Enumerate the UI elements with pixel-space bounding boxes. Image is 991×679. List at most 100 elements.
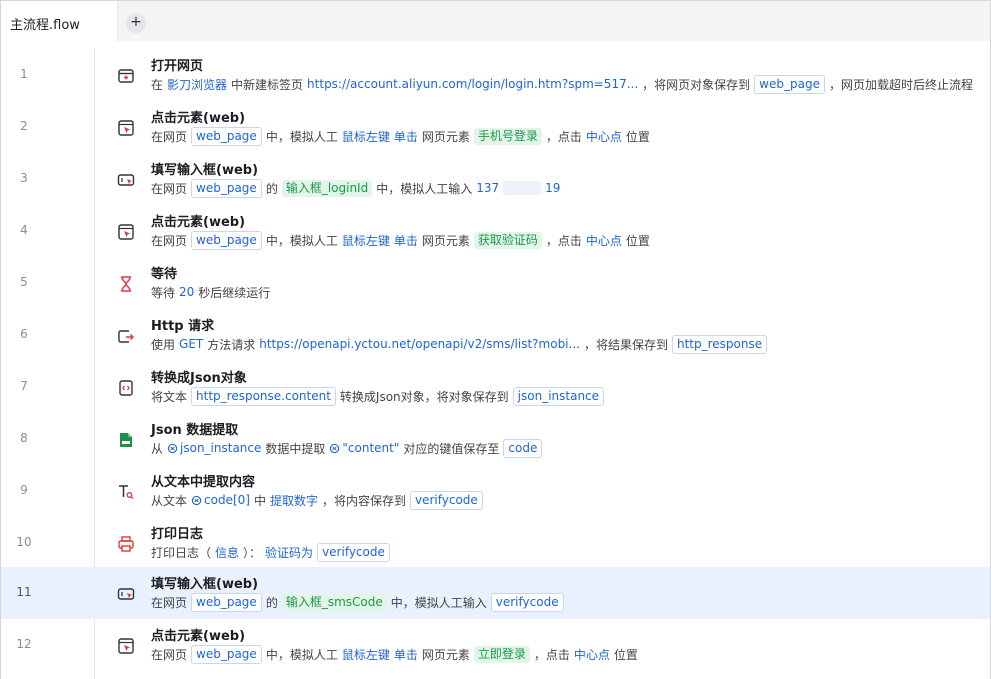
- parameter-link[interactable]: 20: [179, 285, 194, 299]
- variable-name: "content": [342, 441, 400, 455]
- step-title: 打开网页: [151, 59, 204, 74]
- variable-reference[interactable]: code[0]: [191, 493, 250, 507]
- step-line-number: 6: [20, 327, 28, 341]
- variable-chip[interactable]: http_response: [671, 334, 768, 354]
- flow-step-row[interactable]: 11 填写输入框(web) 在网页 web_page 的输入框_smsCode 中，模拟人…: [1, 567, 990, 619]
- flow-step-row[interactable]: 9 从文本中提取内容 从文本 code[0] 中提取数字 ，将内容保存到 verifycod…: [1, 465, 990, 517]
- flow-step-row[interactable]: 10 打印日志 打印日志（ 信息 ）： 验证码为 verifycode: [1, 517, 990, 569]
- parameter-link[interactable]: 单击: [394, 646, 418, 663]
- variable-chip[interactable]: verifycode: [410, 490, 483, 510]
- step-description: 在影刀浏览器 中新建标签页 https://account.aliyun.com/l…: [151, 74, 977, 94]
- parameter-link[interactable]: 中心点: [586, 232, 622, 249]
- step-title: 从文本中提取内容: [151, 475, 256, 490]
- variable-chip[interactable]: web_page: [191, 126, 262, 146]
- http-request-icon: [117, 327, 135, 345]
- web-element-chip[interactable]: 手机号登录: [473, 127, 542, 145]
- variable-chip[interactable]: web_page: [191, 178, 262, 198]
- parameter-link[interactable]: 信息: [215, 544, 239, 561]
- variable-chip[interactable]: verifycode: [317, 542, 390, 562]
- description-text: 等待: [151, 285, 176, 300]
- click-element-icon: [117, 637, 135, 655]
- click-element-icon: [117, 223, 135, 241]
- flow-step-row[interactable]: 5 等待 等待 20 秒后继续运行: [1, 257, 990, 309]
- redacted-text: [503, 181, 542, 195]
- parameter-link[interactable]: 单击: [394, 128, 418, 145]
- description-text: ，点击: [533, 647, 570, 662]
- parameter-link[interactable]: 中心点: [586, 128, 622, 145]
- parameter-link[interactable]: 验证码为: [265, 544, 313, 561]
- variable-chip[interactable]: web_page: [191, 230, 262, 250]
- flow-step-row[interactable]: 1 打开网页在影刀浏览器 中新建标签页 https://account.aliyun.…: [1, 49, 990, 101]
- step-title: 填写输入框(web): [151, 163, 259, 178]
- text-extract-icon: [117, 483, 135, 501]
- description-text: ，将网页对象保存到: [642, 77, 751, 92]
- variable-reference[interactable]: "content": [329, 441, 399, 455]
- step-title: 点击元素(web): [151, 215, 246, 230]
- variable-chip[interactable]: verifycode: [490, 592, 564, 612]
- parameter-link[interactable]: 鼠标左键: [342, 646, 390, 663]
- variable-name: json_instance: [180, 441, 262, 455]
- fill-input-icon: [117, 171, 135, 189]
- description-text: 在: [151, 77, 164, 92]
- hourglass-icon: [117, 275, 135, 293]
- flow-step-row[interactable]: 4 点击元素(web) 在网页 web_page 中，模拟人工 鼠标左键 单击 网页元素 获取验…: [1, 205, 990, 257]
- tab-main-flow[interactable]: 主流程.flow: [1, 1, 118, 41]
- json-convert-icon: [117, 379, 135, 397]
- step-title: 等待: [151, 267, 178, 282]
- description-text: 位置: [625, 129, 650, 144]
- parameter-link[interactable]: 鼠标左键: [342, 232, 390, 249]
- description-text: ，网页加载超时后终止流程: [828, 77, 973, 92]
- variable-icon: [329, 443, 342, 454]
- description-text: 位置: [613, 647, 638, 662]
- click-element-icon: [117, 119, 135, 137]
- flow-step-row[interactable]: 7 转换成Json对象 将文本 http_response.content 转换成Jso…: [1, 361, 990, 413]
- parameter-link[interactable]: 19: [545, 181, 560, 195]
- flow-step-row[interactable]: 12 点击元素(web) 在网页 web_page 中，模拟人工 鼠标左键 单击 网页元素 立即…: [1, 619, 990, 671]
- variable-chip[interactable]: web_page: [754, 74, 825, 94]
- description-text: ）：: [243, 545, 262, 560]
- parameter-link[interactable]: 鼠标左键: [342, 128, 390, 145]
- flow-step-row[interactable]: 3 填写输入框(web) 在网页 web_page 的输入框_loginId 中，模拟人工…: [1, 153, 990, 205]
- flow-step-row[interactable]: 2 点击元素(web) 在网页 web_page 中，模拟人工 鼠标左键 单击 网页元素 手机号…: [1, 101, 990, 153]
- web-element-chip[interactable]: 立即登录: [473, 645, 530, 663]
- tab-label: 主流程.flow: [10, 18, 80, 33]
- variable-chip[interactable]: http_response.content: [191, 386, 336, 406]
- web-element-chip[interactable]: 输入框_smsCode: [281, 593, 387, 611]
- variable-chip[interactable]: json_instance: [512, 386, 605, 406]
- description-text: ，点击: [545, 233, 582, 248]
- step-line-number: 11: [16, 585, 32, 599]
- step-description: 等待 20 秒后继续运行: [151, 282, 274, 302]
- flow-editor-window: 主流程.flow + 1 打开网页在影刀浏览器 中新建标签页 https://acco…: [0, 0, 991, 679]
- variable-reference[interactable]: json_instance: [167, 441, 261, 455]
- step-title: 点击元素(web): [151, 629, 246, 644]
- step-description: 在网页 web_page 的输入框_smsCode 中，模拟人工输入 verifycod…: [151, 592, 568, 612]
- parameter-link[interactable]: 中心点: [574, 646, 610, 663]
- parameter-link[interactable]: 影刀浏览器: [167, 76, 227, 93]
- parameter-link[interactable]: 137: [476, 181, 499, 195]
- variable-name: code[0]: [204, 493, 250, 507]
- web-element-chip[interactable]: 输入框_loginId: [281, 179, 373, 197]
- parameter-link[interactable]: 单击: [394, 232, 418, 249]
- parameter-link[interactable]: https://openapi.yctou.net/openapi/v2/sms…: [259, 337, 580, 351]
- flow-step-row[interactable]: 6 Http 请求 使用 GET 方法请求 https://openapi.yctou.n…: [1, 309, 990, 361]
- description-text: 中，模拟人工输入: [376, 181, 473, 196]
- description-text: 数据中提取: [265, 441, 326, 456]
- step-description: 将文本 http_response.content 转换成Json对象，将对象保存到…: [151, 386, 608, 406]
- description-text: 的: [265, 181, 278, 196]
- step-description: 使用 GET 方法请求 https://openapi.yctou.net/opena…: [151, 334, 771, 354]
- variable-chip[interactable]: web_page: [191, 644, 262, 664]
- variable-chip[interactable]: code: [503, 438, 543, 458]
- description-text: 中，模拟人工输入: [390, 595, 487, 610]
- description-text: 使用: [151, 337, 176, 352]
- flow-step-row[interactable]: 8 Json 数据提取从 json_instance 数据中提取 "content" 对应…: [1, 413, 990, 465]
- description-text: 将文本: [151, 389, 188, 404]
- description-text: 中，模拟人工: [265, 233, 338, 248]
- parameter-link[interactable]: 提取数字: [270, 492, 318, 509]
- web-element-chip[interactable]: 获取验证码: [473, 231, 542, 249]
- step-title: 打印日志: [151, 527, 204, 542]
- variable-chip[interactable]: web_page: [191, 592, 262, 612]
- parameter-link[interactable]: GET: [179, 337, 203, 351]
- parameter-link[interactable]: https://account.aliyun.com/login/login.h…: [307, 77, 638, 91]
- printer-icon: [117, 535, 135, 553]
- add-tab-button[interactable]: +: [126, 13, 146, 33]
